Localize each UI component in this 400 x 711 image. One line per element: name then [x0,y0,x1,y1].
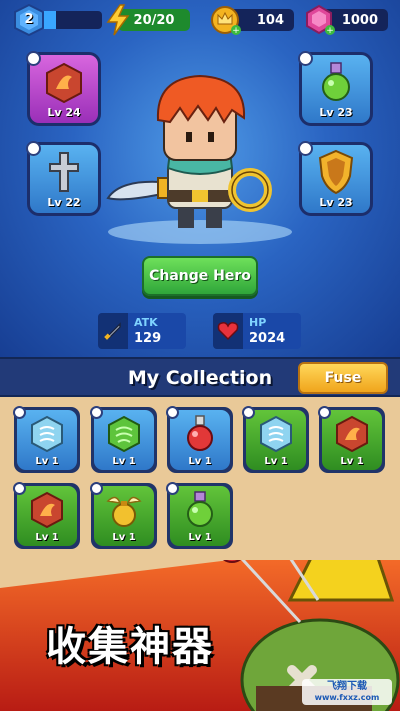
lightning-icon [106,4,130,36]
sword-stat-icon [98,313,128,349]
sword-icon [106,177,169,201]
collection-item[interactable]: Lv 1 [13,482,80,549]
item-frame: Lv 1 [94,410,154,470]
item-level: Lv 1 [35,532,59,543]
item-level: Lv 1 [264,456,288,467]
gem-value: 1000 [341,12,378,28]
slot-level: Lv 23 [319,106,353,119]
item-level: Lv 1 [188,456,212,467]
collection-item[interactable]: Lv 1 [166,406,233,473]
banner-caption: 收集神器 [46,624,214,670]
equipment-slot-left-1[interactable]: Lv 24 [26,51,101,126]
slot-level: Lv 22 [47,196,81,209]
collection-item[interactable]: Lv 1 [13,406,80,473]
collection-item[interactable]: Lv 1 [90,406,157,473]
item-level: Lv 1 [112,456,136,467]
watermark-line2: www.fxxz.com [314,693,380,702]
fire-rune-icon [46,62,82,104]
plus-badge-icon [298,141,313,156]
item-frame: Lv 1 [170,410,230,470]
rune-badge-icon [13,482,26,495]
item-frame: Lv 1 [170,486,230,546]
fire-rune-icon [31,491,63,529]
change-hero-button[interactable]: Change Hero [142,256,258,296]
svg-text:+: + [232,26,240,35]
item-frame: Lv 1 [94,486,154,546]
winged-pouch-icon [106,496,142,527]
heart-icon [213,313,243,349]
ice-rune-icon [260,415,292,453]
rune-badge-icon [13,406,26,419]
slot-frame: Lv 22 [30,145,98,213]
item-level: Lv 1 [112,532,136,543]
equipment-slot-left-2[interactable]: Lv 22 [26,141,101,216]
item-frame: Lv 1 [17,486,77,546]
hp-label: HP [249,316,267,329]
rune-badge-icon [90,406,103,419]
item-level: Lv 1 [188,532,212,543]
player-level: 2 [24,12,34,27]
top-bar: 2 20/20 104 + 1000 + [0,0,400,40]
hero-character[interactable] [100,70,300,250]
hp-stat: HP 2024 [213,313,301,349]
slot-level: Lv 23 [319,196,353,209]
hp-value: 2024 [249,331,286,346]
watermark-line1: 飞翔下载 [327,681,367,692]
wind-rune-icon [108,415,140,453]
item-level: Lv 1 [35,456,59,467]
slot-level: Lv 24 [47,106,81,119]
potion-badge-icon [166,406,179,419]
rune-badge-icon [26,51,41,66]
svg-text:+: + [326,26,334,36]
collection-item[interactable]: Lv 1 [90,482,157,549]
ice-rune-icon [31,415,63,453]
collection-header: My Collection Fuse [0,357,400,397]
fuse-button[interactable]: Fuse [298,362,388,394]
atk-label: ATK [134,316,158,329]
item-frame: Lv 1 [246,410,306,470]
collection-item[interactable]: Lv 1 [242,406,309,473]
atk-value: 129 [134,331,162,346]
equipment-slot-right-2[interactable]: Lv 23 [298,141,373,216]
item-frame: Lv 1 [322,410,382,470]
gem-icon: + [306,4,335,36]
crown-coin-icon: + [211,6,241,35]
potion-icon [322,62,350,101]
slot-frame: Lv 23 [302,145,370,213]
energy-value: 20/20 [133,12,175,28]
equipment-slot-right-1[interactable]: Lv 23 [298,51,373,126]
slot-frame: Lv 24 [30,55,98,123]
fire-rune-icon [336,415,368,453]
watermark-logo: 飞翔下载 www.fxxz.com [302,679,392,705]
xp-bar [40,11,102,29]
rune-badge-icon [318,406,331,419]
item-frame: Lv 1 [17,410,77,470]
potion-badge-icon [298,51,313,66]
green-potion-icon [187,491,213,527]
atk-stat: ATK 129 [98,313,186,349]
item-level: Lv 1 [340,456,364,467]
collection-item[interactable]: Lv 1 [166,482,233,549]
potion-badge-icon [90,482,103,495]
cross-icon [49,152,79,192]
collection-item[interactable]: Lv 1 [318,406,385,473]
coin-value: 104 [256,12,284,28]
shield-icon [318,149,354,195]
rune-badge-icon [242,406,255,419]
slot-frame: Lv 23 [302,55,370,123]
red-potion-icon [187,415,213,451]
plus-badge-icon [26,141,41,156]
potion-badge-icon [166,482,179,495]
